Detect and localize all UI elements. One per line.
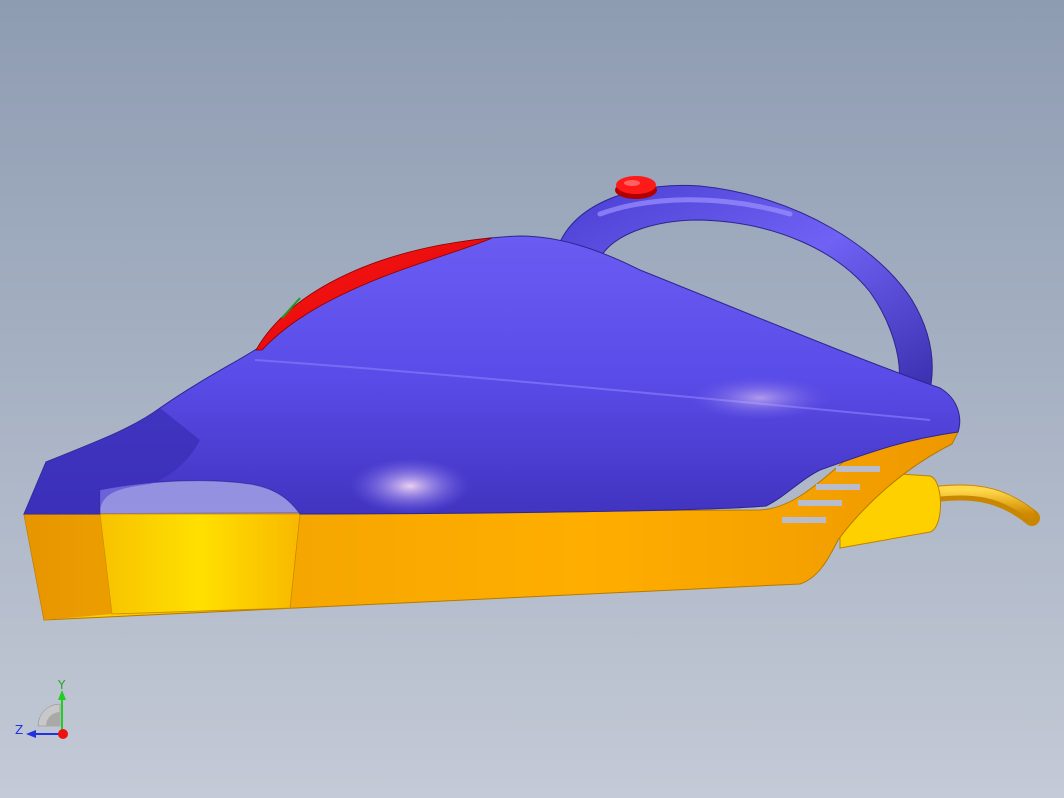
- vent-slot: [816, 484, 860, 490]
- body-highlight: [350, 458, 470, 514]
- graphics-viewport[interactable]: Y Z: [0, 0, 1064, 798]
- y-axis-label: Y: [57, 678, 66, 692]
- vent-slot: [782, 517, 826, 523]
- steam-iron-model[interactable]: [0, 0, 1064, 798]
- orientation-triad: Y Z: [15, 678, 68, 739]
- x-axis: [58, 729, 68, 739]
- vent-slot: [836, 466, 880, 472]
- soleplate-front-facet: [99, 513, 301, 615]
- z-axis-label: Z: [15, 723, 23, 737]
- vent-slot: [798, 500, 842, 506]
